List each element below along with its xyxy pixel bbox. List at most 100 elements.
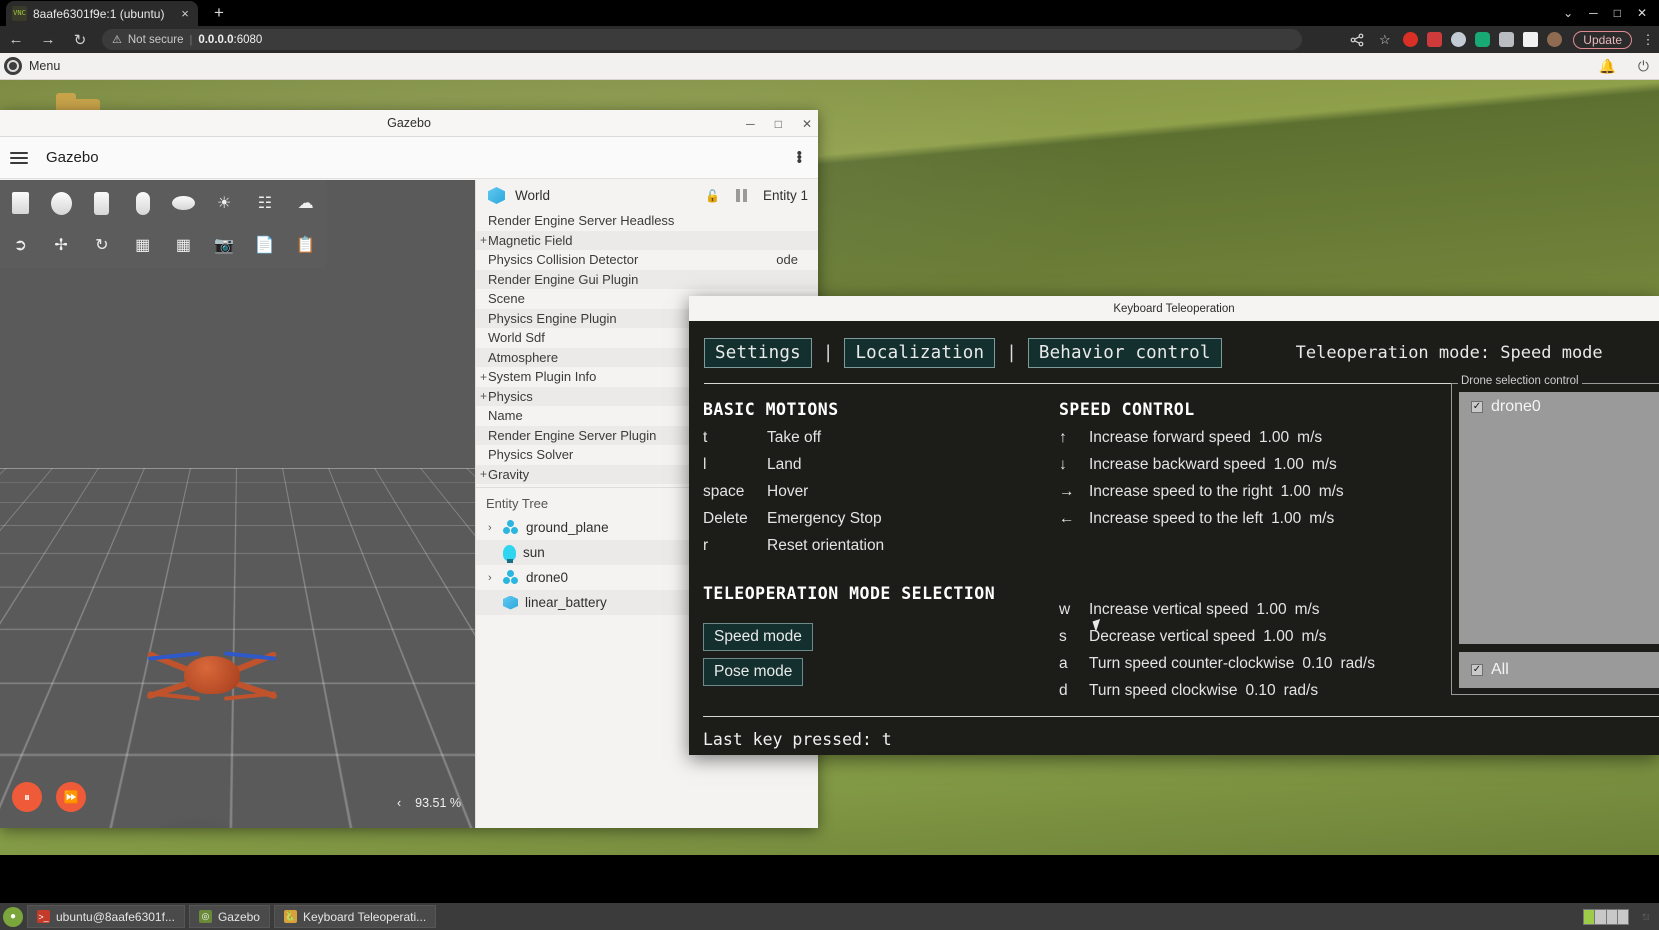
cube-icon <box>488 187 505 204</box>
drone-checkbox-row[interactable]: ✓ drone0 <box>1471 398 1659 416</box>
key-label: r <box>703 537 709 554</box>
expand-icon[interactable]: + <box>480 233 487 247</box>
pause-icon[interactable] <box>735 189 747 202</box>
property-row[interactable]: + Magnetic Field <box>476 230 818 250</box>
network-icon[interactable]: ◾ <box>1637 910 1655 924</box>
gazebo-viewport[interactable]: ☀ ☷ ☁ ➲ ✢ ↻ ▦ ▦ 📷 📄 📋 ⏸ ⏩ ‹ 93.51 % <box>0 180 475 828</box>
back-icon[interactable]: ← <box>0 31 32 48</box>
key-label: → <box>1059 483 1075 500</box>
chevron-down-icon[interactable]: ⌄ <box>1563 6 1573 20</box>
teleop-mode-status: Teleoperation mode: Speed mode <box>1295 343 1603 363</box>
point-light-icon[interactable]: ☀ <box>204 183 245 224</box>
spot-light-icon[interactable]: ☁ <box>285 183 326 224</box>
share-icon[interactable] <box>1347 30 1366 49</box>
close-icon[interactable]: ✕ <box>802 117 812 131</box>
maximize-icon[interactable]: □ <box>1614 6 1621 20</box>
expand-icon[interactable]: + <box>480 467 487 481</box>
property-name: Render Engine Server Headless <box>488 213 675 229</box>
step-button[interactable]: ⏩ <box>56 782 86 812</box>
fast-forward-extension-icon[interactable] <box>1427 32 1443 47</box>
minimize-icon[interactable]: ─ <box>746 117 755 131</box>
localization-button[interactable]: Localization <box>844 338 996 368</box>
reload-icon[interactable]: ↻ <box>64 31 96 49</box>
property-row[interactable]: Render Engine Server Headless <box>476 211 818 231</box>
zoom-prev-icon[interactable]: ‹ <box>397 796 401 810</box>
address-bar[interactable]: ⚠ Not secure | 0.0.0.0:6080 <box>102 29 1302 50</box>
vpn-off-extension-icon[interactable] <box>1475 32 1491 47</box>
avatar[interactable] <box>1547 32 1563 47</box>
checkbox-icon[interactable]: ✓ <box>1471 401 1483 413</box>
close-icon[interactable]: × <box>178 6 192 21</box>
screenshot-tool-icon[interactable]: 📷 <box>204 225 245 266</box>
puzzle-extension-icon[interactable] <box>1499 32 1515 47</box>
taskbar-item-gazebo[interactable]: ◎ Gazebo <box>188 905 270 928</box>
drone-selection-control: Drone selection control ✓ drone0 ✓ All <box>1451 375 1659 695</box>
forward-icon[interactable]: → <box>32 31 64 48</box>
behavior-control-button[interactable]: Behavior control <box>1027 338 1222 368</box>
start-icon[interactable]: ● <box>3 906 23 927</box>
scale-tool-icon[interactable]: ▦ <box>122 225 163 266</box>
unlock-icon[interactable]: 🔓 <box>705 189 720 203</box>
minimize-icon[interactable]: ─ <box>1589 6 1598 20</box>
property-row[interactable]: Physics Collision Detector ode <box>476 250 818 270</box>
teleop-menu-bar: Settings | Localization | Behavior contr… <box>689 321 1659 373</box>
sphere-shape-icon[interactable] <box>41 183 82 224</box>
chevron-right-icon[interactable]: › <box>488 522 496 534</box>
taskbar-item-label: Keyboard Teleoperati... <box>302 909 427 924</box>
expand-icon[interactable]: + <box>480 370 487 384</box>
close-window-icon[interactable]: ✕ <box>1637 6 1647 20</box>
grid-tool-icon[interactable]: ▦ <box>163 225 204 266</box>
speed-unit: m/s <box>1297 429 1323 446</box>
gazebo-more-icon[interactable]: • • • <box>797 146 802 169</box>
update-button[interactable]: Update <box>1573 30 1632 49</box>
checkbox-icon[interactable]: ✓ <box>1471 664 1483 676</box>
paste-tool-icon[interactable]: 📋 <box>285 225 326 266</box>
speed-value: 1.00 <box>1271 510 1302 527</box>
python-icon: 🐍 <box>283 910 297 923</box>
translate-tool-icon[interactable]: ✢ <box>41 225 82 266</box>
property-row[interactable]: Render Engine Gui Plugin <box>476 269 818 289</box>
record-extension-icon[interactable] <box>1403 32 1419 47</box>
drone-model[interactable] <box>132 646 292 708</box>
box-shape-icon[interactable] <box>0 183 41 224</box>
directional-light-icon[interactable]: ☷ <box>245 183 286 224</box>
teleop-window-title: Keyboard Teleoperation <box>689 296 1659 321</box>
url-host: 0.0.0.0:6080 <box>198 33 263 46</box>
new-tab-button[interactable]: + <box>208 3 230 24</box>
settings-button[interactable]: Settings <box>704 338 812 368</box>
expand-icon[interactable]: + <box>480 389 487 403</box>
pause-button[interactable]: ⏸ <box>12 782 42 812</box>
taskbar-item-label: ubuntu@8aafe6301f... <box>56 909 175 924</box>
maximize-icon[interactable]: □ <box>775 117 782 131</box>
novnc-menu-label[interactable]: Menu <box>29 59 60 73</box>
bookmark-star-icon[interactable]: ☆ <box>1375 30 1394 49</box>
rotate-tool-icon[interactable]: ↻ <box>82 225 123 266</box>
speed-control-row: d Turn speed clockwise 0.10 rad/s <box>1059 682 1489 709</box>
taskbar-item-terminal[interactable]: >_ ubuntu@8aafe6301f... <box>27 905 185 928</box>
square-extension-icon[interactable] <box>1523 32 1539 47</box>
entity-name: sun <box>523 545 545 560</box>
select-all-row[interactable]: ✓ All <box>1459 652 1659 688</box>
taskbar-item-teleop[interactable]: 🐍 Keyboard Teleoperati... <box>273 905 437 928</box>
property-name: Physics Solver <box>488 447 574 463</box>
bell-icon[interactable]: 🔔 <box>1598 58 1615 75</box>
url-port: :6080 <box>233 33 263 46</box>
browser-menu-icon[interactable]: ⋮ <box>1641 32 1655 48</box>
speed-value: 0.10 <box>1245 682 1276 699</box>
ellipsoid-shape-icon[interactable] <box>163 183 204 224</box>
light-icon <box>503 544 516 563</box>
power-icon[interactable]: ⏻ <box>1638 58 1649 75</box>
capsule-shape-icon[interactable] <box>122 183 163 224</box>
select-tool-icon[interactable]: ➲ <box>0 225 41 266</box>
speed-mode-button[interactable]: Speed mode <box>703 623 813 651</box>
hamburger-icon[interactable] <box>10 151 28 164</box>
cylinder-shape-icon[interactable] <box>82 183 123 224</box>
pose-mode-button[interactable]: Pose mode <box>703 658 804 686</box>
chevron-right-icon[interactable]: › <box>488 572 496 584</box>
key-description: Turn speed clockwise <box>1089 682 1238 699</box>
browser-tab[interactable]: VNC 8aafe6301f9e:1 (ubuntu) × <box>6 1 198 26</box>
key-description: Emergency Stop <box>767 510 882 527</box>
workspace-switcher[interactable] <box>1583 908 1629 925</box>
copy-tool-icon[interactable]: 📄 <box>245 225 286 266</box>
eyes-extension-icon[interactable] <box>1451 32 1467 47</box>
